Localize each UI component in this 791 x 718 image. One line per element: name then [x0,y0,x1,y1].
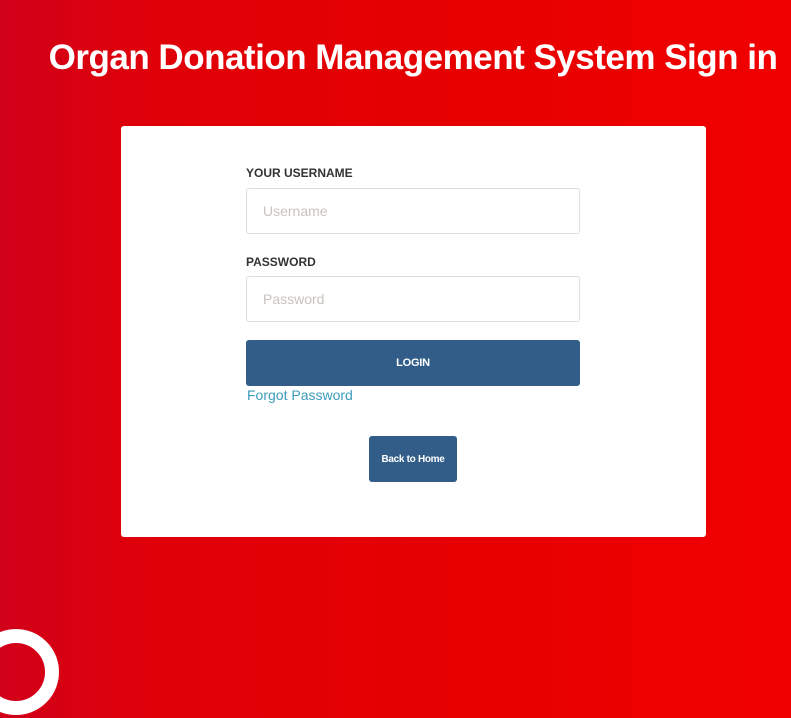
password-input[interactable] [246,276,580,322]
username-input[interactable] [246,188,580,234]
ring-logo-icon [0,629,59,715]
page-title: Organ Donation Management System Sign in [48,38,778,77]
forgot-password-link[interactable]: Forgot Password [247,387,353,403]
login-card: YOUR USERNAME PASSWORD LOGIN Forgot Pass… [121,126,706,537]
username-label: YOUR USERNAME [246,166,353,180]
password-label: PASSWORD [246,255,316,269]
back-to-home-button[interactable]: Back to Home [369,436,457,482]
login-button[interactable]: LOGIN [246,340,580,386]
